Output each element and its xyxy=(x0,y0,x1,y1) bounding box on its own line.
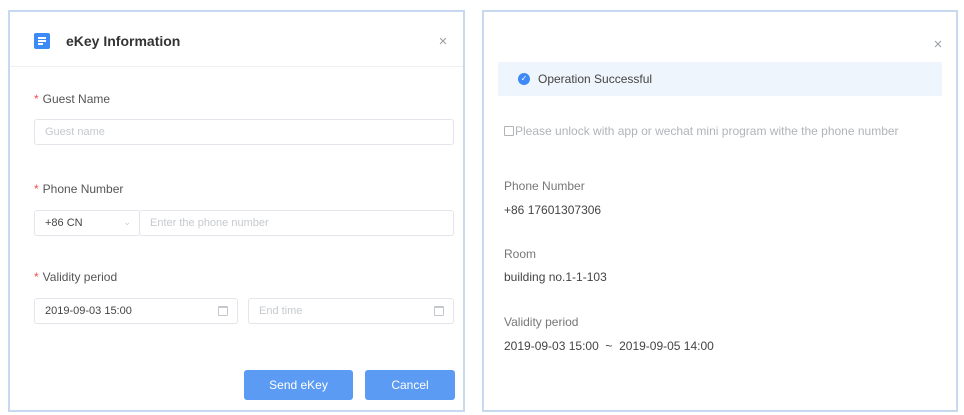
calendar-icon xyxy=(434,306,444,316)
phone-number-label: Phone Number xyxy=(504,179,585,193)
guest-name-label: * Guest Name xyxy=(34,92,111,106)
dialog-header: eKey Information xyxy=(34,26,433,56)
cancel-button[interactable]: Cancel xyxy=(365,370,455,400)
header-divider xyxy=(10,66,463,67)
room-value: building no.1-1-103 xyxy=(504,270,607,284)
unlock-note: Please unlock with app or wechat mini pr… xyxy=(504,122,934,140)
dialog-title: eKey Information xyxy=(66,33,181,49)
success-alert: ✓ Operation Successful xyxy=(498,62,942,96)
phone-number-placeholder: Enter the phone number xyxy=(150,217,269,229)
required-mark: * xyxy=(34,92,39,106)
checkbox-icon xyxy=(504,126,514,136)
send-ekey-button[interactable]: Send eKey xyxy=(244,370,353,400)
guest-name-placeholder: Guest name xyxy=(45,126,105,138)
phone-number-input[interactable]: Enter the phone number xyxy=(139,210,454,236)
start-time-picker[interactable]: 2019-09-03 15:00 xyxy=(34,298,238,324)
operation-result-dialog: × ✓ Operation Successful Please unlock w… xyxy=(482,10,958,412)
validity-period-label: Validity period xyxy=(504,315,579,329)
ekey-information-dialog: eKey Information × * Guest Name Guest nam… xyxy=(8,10,465,412)
phone-number-value: +86 17601307306 xyxy=(504,203,602,217)
room-label: Room xyxy=(504,247,537,261)
close-icon[interactable]: × xyxy=(930,37,946,53)
unlock-note-text: Please unlock with app or wechat mini pr… xyxy=(515,124,899,138)
end-time-placeholder: End time xyxy=(259,305,303,317)
required-mark: * xyxy=(34,270,39,284)
guest-name-input[interactable]: Guest name xyxy=(34,119,454,145)
close-icon[interactable]: × xyxy=(435,34,451,50)
chevron-down-icon: ⌄ xyxy=(123,217,131,227)
start-time-value: 2019-09-03 15:00 xyxy=(45,305,132,317)
success-message: Operation Successful xyxy=(538,72,653,86)
calendar-icon xyxy=(218,306,228,316)
phone-number-label: * Phone Number xyxy=(34,182,124,196)
country-code-value: +86 CN xyxy=(45,217,83,229)
validity-period-value: 2019-09-03 15:00 ~ 2019-09-05 14:00 xyxy=(504,339,714,353)
check-circle-icon: ✓ xyxy=(518,73,530,85)
end-time-picker[interactable]: End time xyxy=(248,298,454,324)
required-mark: * xyxy=(34,182,39,196)
country-code-select[interactable]: +86 CN ⌄ xyxy=(34,210,140,236)
validity-period-label: * Validity period xyxy=(34,270,118,284)
document-icon xyxy=(34,33,50,49)
